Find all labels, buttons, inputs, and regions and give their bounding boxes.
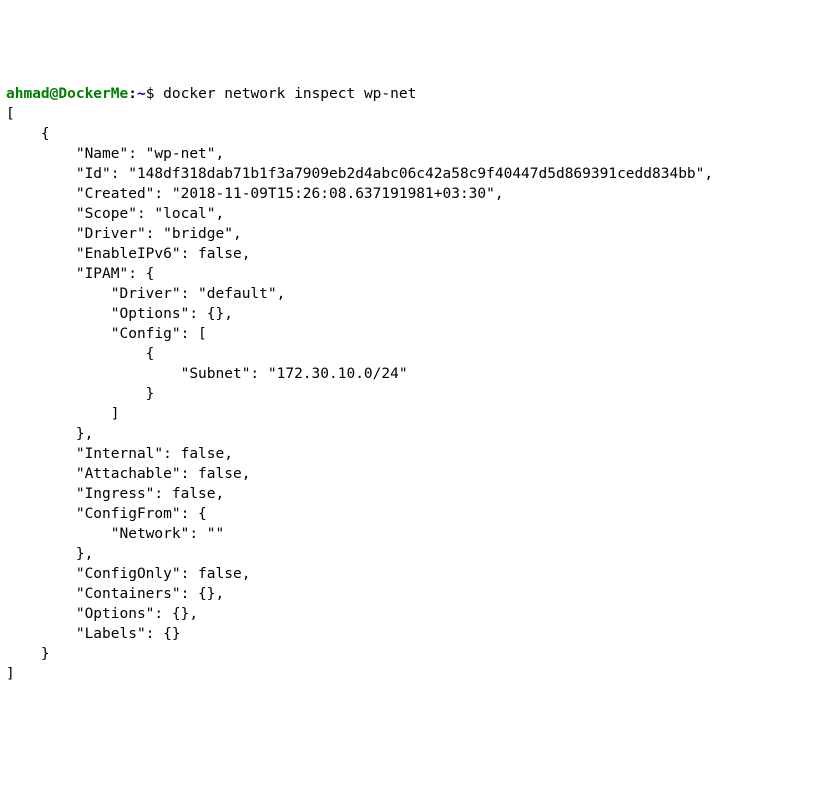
prompt-path: ~ bbox=[137, 86, 146, 102]
prompt-user: ahmad bbox=[6, 86, 50, 102]
prompt-colon: : bbox=[128, 86, 137, 102]
command-text: docker network inspect wp-net bbox=[163, 86, 416, 102]
prompt-dollar: $ bbox=[146, 86, 163, 102]
prompt-host: DockerMe bbox=[58, 86, 128, 102]
prompt: ahmad@DockerMe:~$ bbox=[6, 86, 163, 102]
command-output: [ { "Name": "wp-net", "Id": "148df318dab… bbox=[6, 106, 713, 682]
terminal[interactable]: ahmad@DockerMe:~$ docker network inspect… bbox=[6, 84, 823, 684]
